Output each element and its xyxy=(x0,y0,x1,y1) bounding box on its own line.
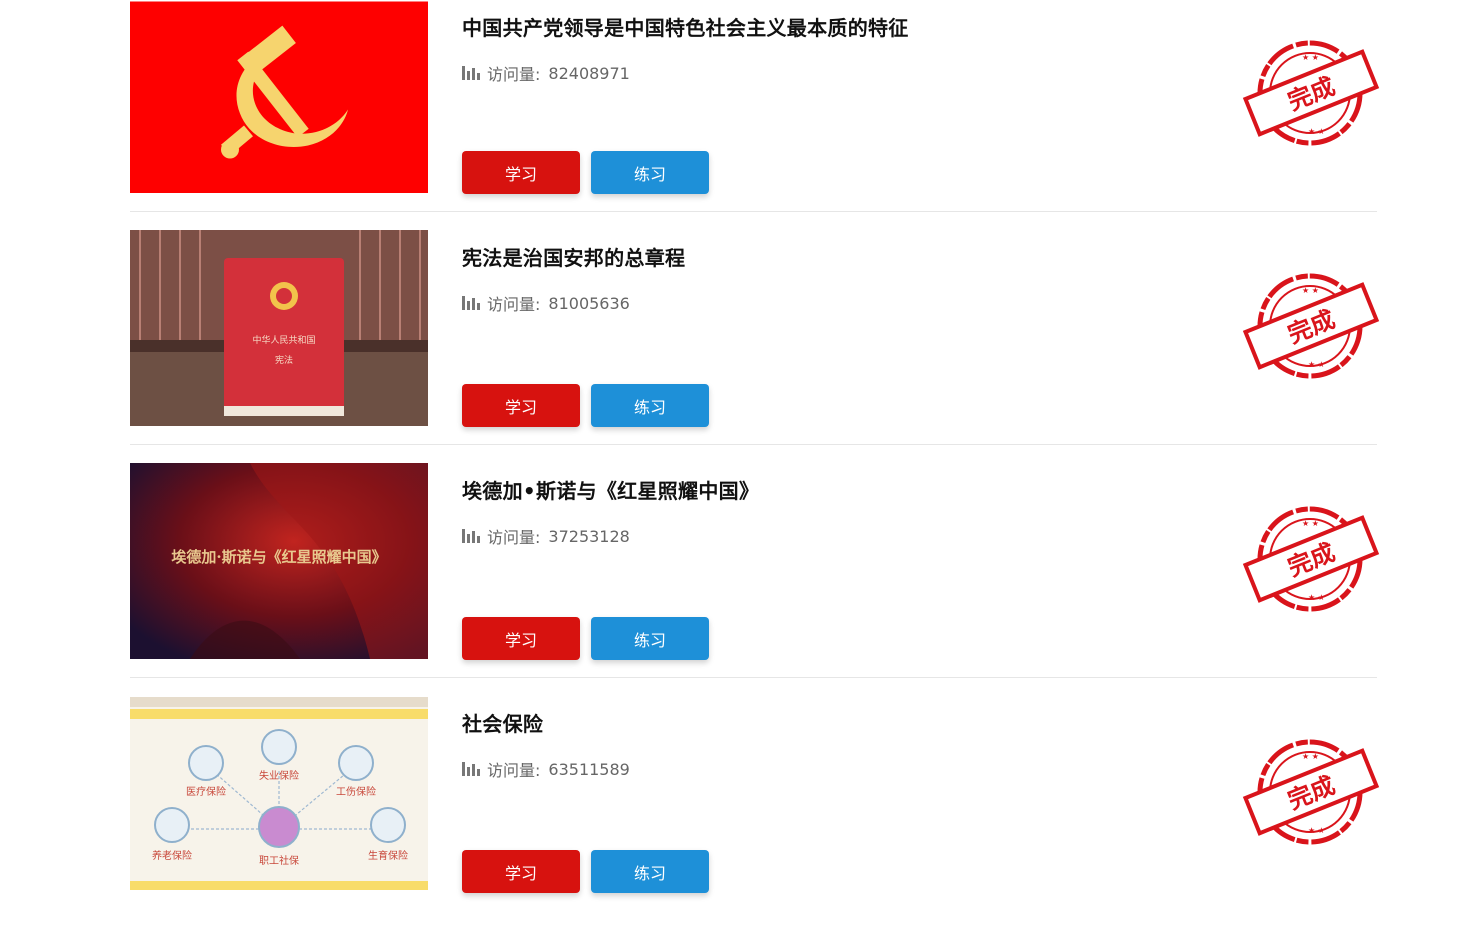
svg-text:★ ★: ★ ★ xyxy=(1302,752,1319,761)
svg-text:★ ★: ★ ★ xyxy=(1302,286,1319,295)
svg-text:★ ★: ★ ★ xyxy=(1308,360,1325,369)
completed-stamp: 完成 ★ ★ ★ ★ xyxy=(1242,504,1380,614)
bar-chart-icon xyxy=(462,66,480,80)
course-thumbnail[interactable]: 中华人民共和国 宪法 xyxy=(130,230,428,426)
insurance-label: 失业保险 xyxy=(259,769,299,782)
book-title: 中华人民共和国 xyxy=(252,334,315,346)
svg-text:★ ★: ★ ★ xyxy=(1308,127,1325,136)
completed-stamp: 完成 ★ ★ ★ ★ xyxy=(1242,271,1380,381)
party-emblem-image xyxy=(130,1,428,193)
insurance-label: 养老保险 xyxy=(152,849,192,862)
insurance-label: 生育保险 xyxy=(368,849,408,862)
course-thumbnail[interactable]: 埃德加·斯诺与《红星照耀中国》 xyxy=(130,463,428,659)
social-insurance-image: 失业保险 医疗保险 工伤保险 养老保险 职工社保 生育保险 xyxy=(130,697,428,890)
book-subtitle: 宪法 xyxy=(275,354,293,366)
view-count-value: 37253128 xyxy=(548,526,630,546)
view-count-label: 访问量: xyxy=(487,528,541,547)
course-item: 埃德加·斯诺与《红星照耀中国》 埃德加•斯诺与《红星照耀中国》 访问量: 372… xyxy=(130,463,1380,696)
insurance-label: 医疗保险 xyxy=(186,785,226,798)
insurance-label: 职工社保 xyxy=(259,854,299,867)
bar-chart-icon xyxy=(462,529,480,543)
course-item: 失业保险 医疗保险 工伤保险 养老保险 职工社保 生育保险 社会保险 访问量: … xyxy=(130,696,1380,929)
completed-stamp: 完成 ★ ★ ★ ★ xyxy=(1242,737,1380,847)
view-count: 访问量: 82408971 xyxy=(462,61,630,85)
svg-text:★ ★: ★ ★ xyxy=(1302,53,1319,62)
constitution-book-image: 中华人民共和国 宪法 xyxy=(130,230,428,426)
bar-chart-icon xyxy=(462,296,480,310)
svg-text:★ ★: ★ ★ xyxy=(1308,593,1325,602)
study-button[interactable]: 学习 xyxy=(462,617,580,660)
divider xyxy=(130,444,1377,445)
svg-text:★ ★: ★ ★ xyxy=(1308,826,1325,835)
view-count-value: 63511589 xyxy=(548,759,630,779)
view-count: 访问量: 63511589 xyxy=(462,757,630,781)
view-count: 访问量: 37253128 xyxy=(462,524,630,548)
course-title[interactable]: 中国共产党领导是中国特色社会主义最本质的特征 xyxy=(462,12,909,41)
view-count-label: 访问量: xyxy=(487,295,541,314)
svg-text:★ ★: ★ ★ xyxy=(1302,519,1319,528)
course-title[interactable]: 埃德加•斯诺与《红星照耀中国》 xyxy=(462,475,759,504)
course-item: 中华人民共和国 宪法 宪法是治国安邦的总章程 访问量: 81005636 学习 … xyxy=(130,230,1380,463)
study-button[interactable]: 学习 xyxy=(462,850,580,893)
divider xyxy=(130,211,1377,212)
practice-button[interactable]: 练习 xyxy=(591,617,709,660)
view-count-label: 访问量: xyxy=(487,761,541,780)
view-count-value: 81005636 xyxy=(548,293,630,313)
practice-button[interactable]: 练习 xyxy=(591,151,709,194)
study-button[interactable]: 学习 xyxy=(462,151,580,194)
divider xyxy=(130,677,1377,678)
thumb-caption: 埃德加·斯诺与《红星照耀中国》 xyxy=(171,548,386,566)
bar-chart-icon xyxy=(462,762,480,776)
course-title[interactable]: 社会保险 xyxy=(462,708,543,737)
study-button[interactable]: 学习 xyxy=(462,384,580,427)
completed-stamp: 完成 ★ ★ ★ ★ xyxy=(1242,38,1380,148)
view-count-label: 访问量: xyxy=(487,65,541,84)
view-count-value: 82408971 xyxy=(548,63,630,83)
insurance-label: 工伤保险 xyxy=(336,785,376,798)
course-thumbnail[interactable] xyxy=(130,0,428,193)
red-star-image: 埃德加·斯诺与《红星照耀中国》 xyxy=(130,463,428,659)
course-thumbnail[interactable]: 失业保险 医疗保险 工伤保险 养老保险 职工社保 生育保险 xyxy=(130,696,428,890)
practice-button[interactable]: 练习 xyxy=(591,384,709,427)
view-count: 访问量: 81005636 xyxy=(462,291,630,315)
course-title[interactable]: 宪法是治国安邦的总章程 xyxy=(462,242,685,271)
practice-button[interactable]: 练习 xyxy=(591,850,709,893)
